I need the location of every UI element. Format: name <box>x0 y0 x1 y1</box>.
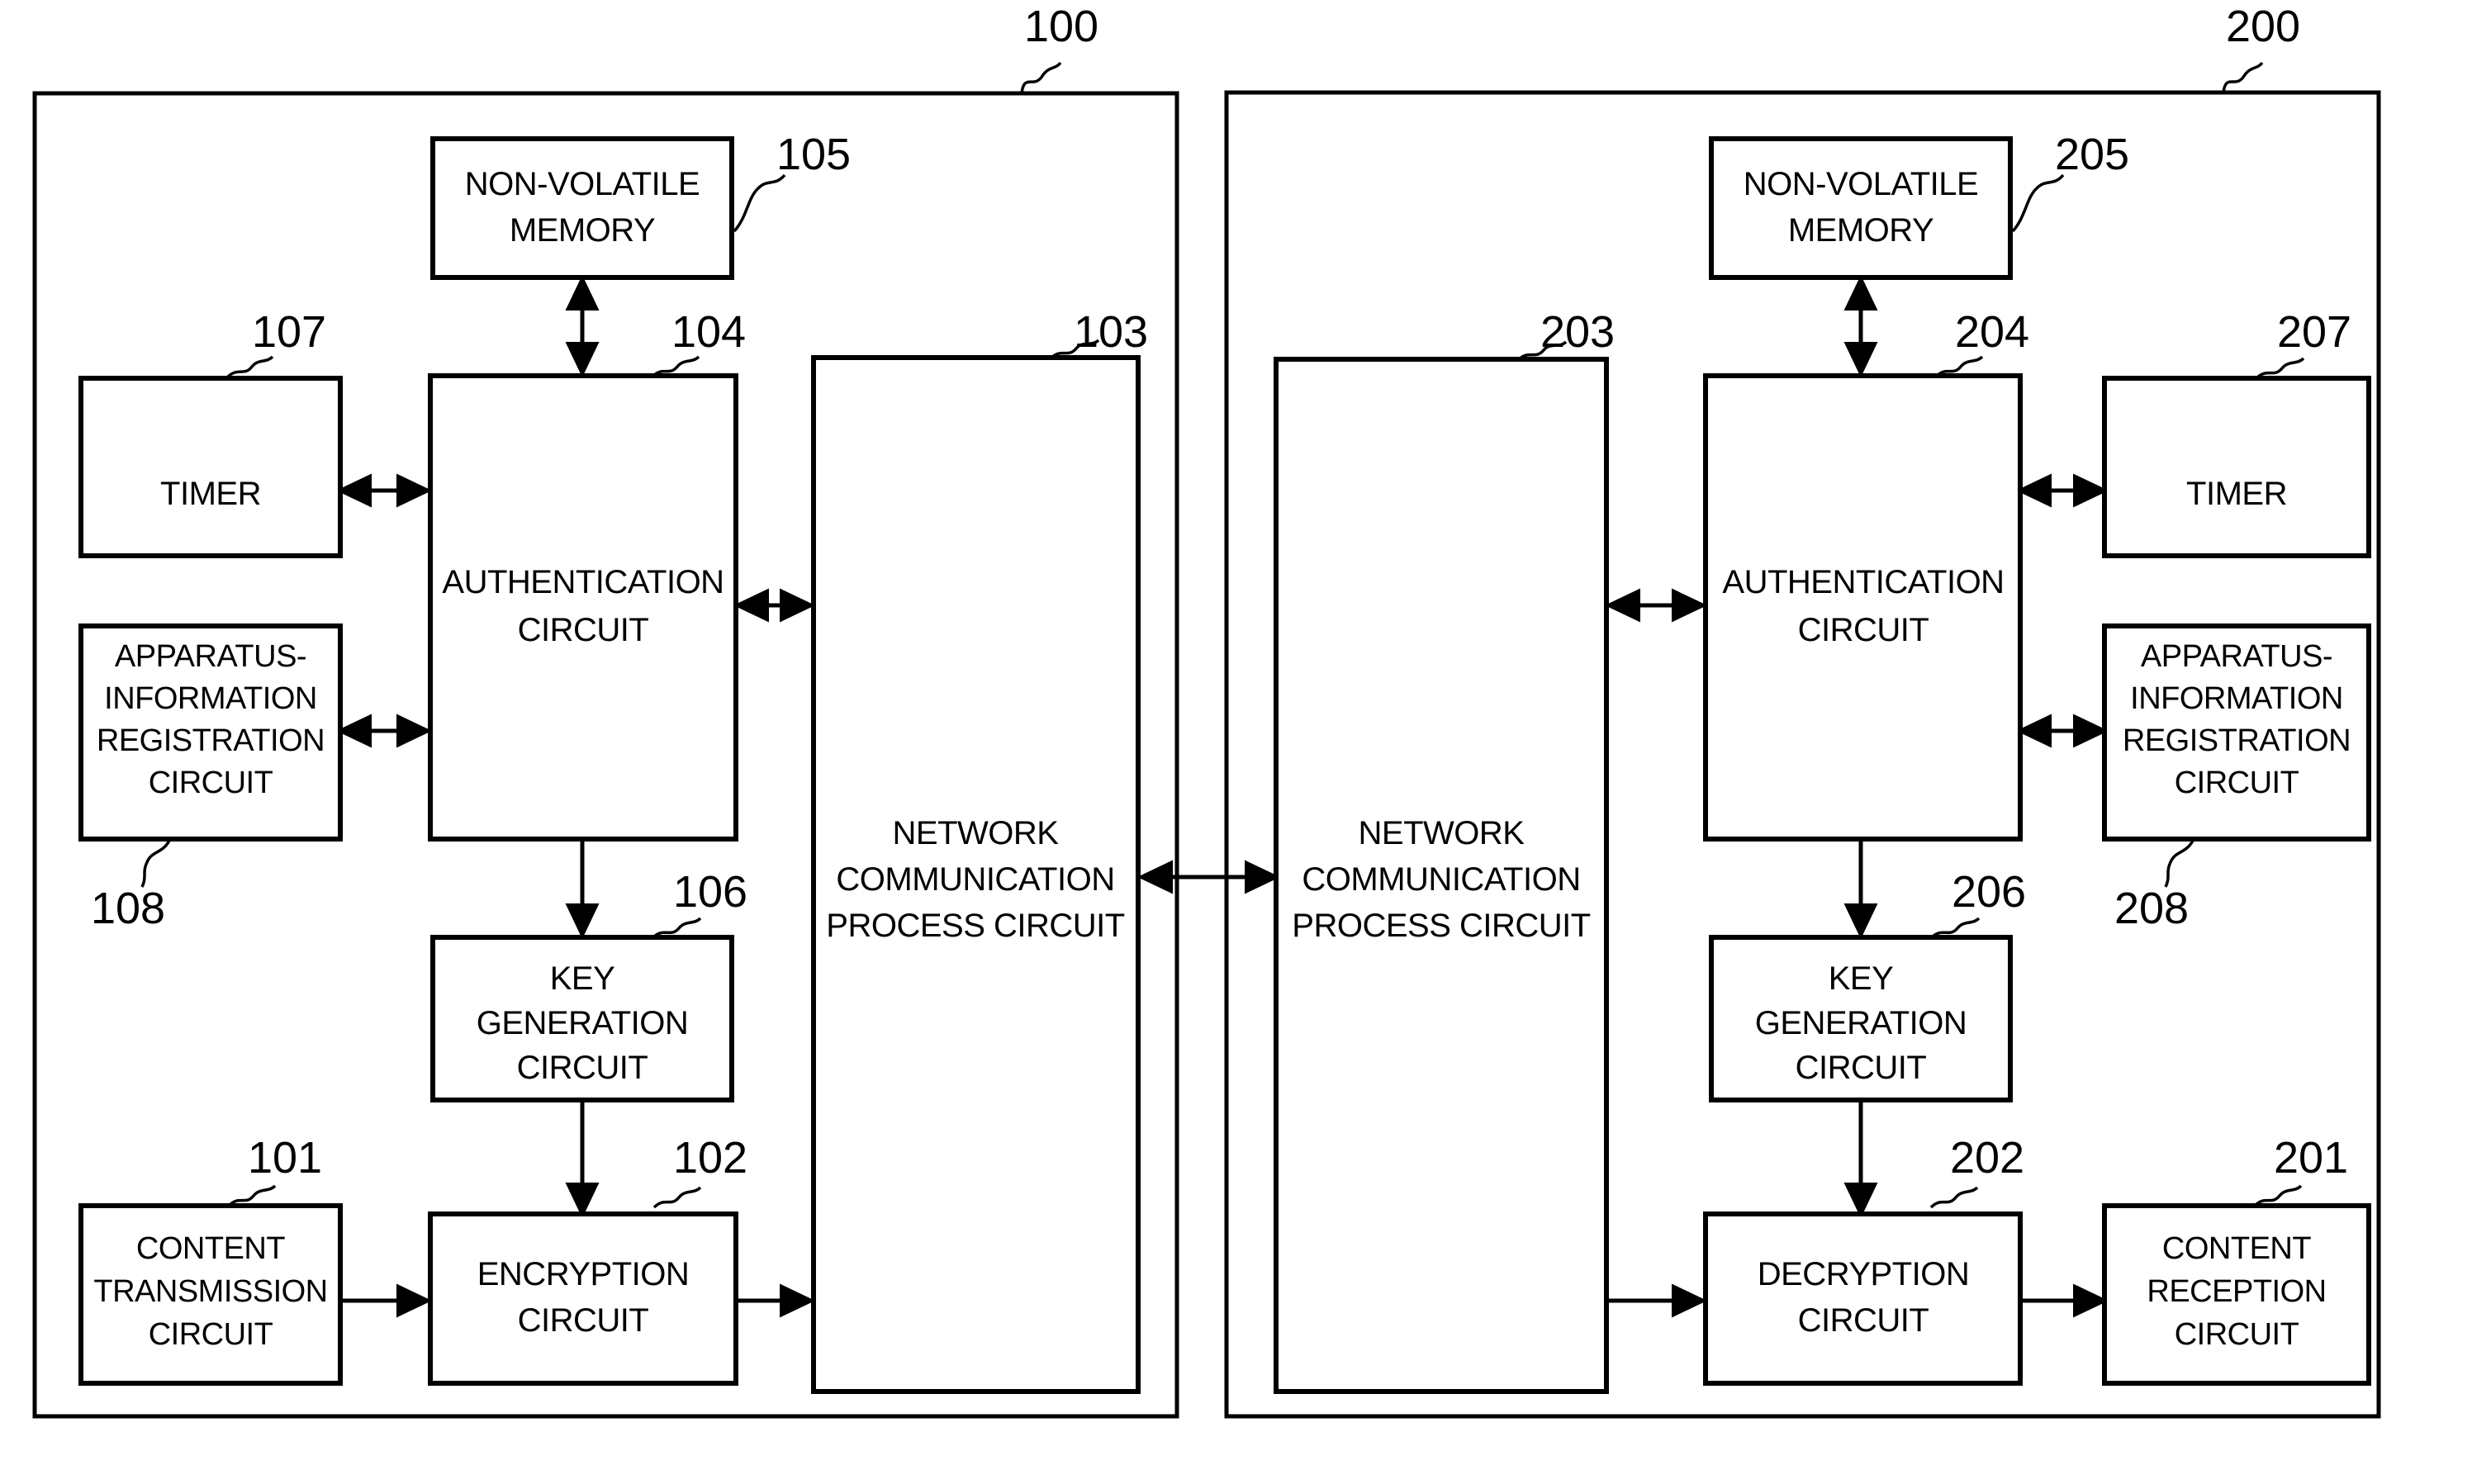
block-label-line-2: GENERATION <box>1755 1005 1967 1041</box>
block-label-line-1: NON-VOLATILE <box>465 166 700 202</box>
block-label: TIMER <box>160 476 261 512</box>
block-label-line-4: CIRCUIT <box>2175 766 2299 800</box>
leader-line-201 <box>2253 1184 2303 1207</box>
leader-line-102 <box>652 1186 702 1209</box>
block-label-line-2: RECEPTION <box>2147 1274 2326 1309</box>
block-non-volatile-memory-105: NON-VOLATILE MEMORY <box>430 136 734 280</box>
ref-number-208: 208 <box>2114 884 2189 933</box>
block-network-communication-process-circuit-103: NETWORK COMMUNICATION PROCESS CIRCUIT <box>811 355 1141 1394</box>
block-label-line-2: CIRCUIT <box>1798 1302 1929 1339</box>
block-timer-207: TIMER <box>2102 376 2371 558</box>
block-rect <box>1703 373 2023 842</box>
block-label-line-1: ENCRYPTION <box>477 1256 690 1292</box>
ref-number-105: 105 <box>776 130 851 179</box>
block-authentication-circuit-204: AUTHENTICATION CIRCUIT <box>1703 373 2023 842</box>
block-label-line-1: APPARATUS- <box>115 639 306 674</box>
block-non-volatile-memory-205: NON-VOLATILE MEMORY <box>1709 136 2013 280</box>
ref-number-203: 203 <box>1540 307 1615 357</box>
block-label: TIMER <box>2186 476 2287 512</box>
block-label-line-1: AUTHENTICATION <box>1722 564 2004 600</box>
block-apparatus-information-registration-208: APPARATUS- INFORMATION REGISTRATION CIRC… <box>2102 623 2371 842</box>
block-apparatus-information-registration-108: APPARATUS- INFORMATION REGISTRATION CIRC… <box>78 623 343 842</box>
block-label-line-2: INFORMATION <box>104 681 317 716</box>
block-rect <box>78 376 343 558</box>
block-rect <box>1709 136 2013 280</box>
ref-number-200: 200 <box>2226 2 2300 51</box>
block-network-communication-process-circuit-203: NETWORK COMMUNICATION PROCESS CIRCUIT <box>1274 357 1609 1394</box>
block-key-generation-circuit-206: KEY GENERATION CIRCUIT <box>1709 935 2013 1102</box>
leader-line-108 <box>140 840 171 888</box>
block-decryption-circuit-202: DECRYPTION CIRCUIT <box>1703 1211 2023 1386</box>
block-label-line-1: DECRYPTION <box>1758 1256 1970 1292</box>
block-rect <box>430 136 734 280</box>
block-key-generation-circuit-106: KEY GENERATION CIRCUIT <box>430 935 734 1102</box>
ref-number-206: 206 <box>1952 867 2026 917</box>
ref-number-104: 104 <box>671 307 746 357</box>
ref-number-100: 100 <box>1024 2 1098 51</box>
block-label-line-2: CIRCUIT <box>518 612 649 648</box>
block-timer-107: TIMER <box>78 376 343 558</box>
block-rect <box>2102 376 2371 558</box>
block-authentication-circuit-104: AUTHENTICATION CIRCUIT <box>428 373 738 842</box>
block-label-line-3: CIRCUIT <box>1796 1050 1927 1086</box>
block-label-line-1: KEY <box>550 960 615 997</box>
block-label-line-1: NETWORK <box>1359 815 1525 851</box>
ref-number-103: 103 <box>1074 307 1148 357</box>
leader-line-105 <box>733 173 786 233</box>
block-rect <box>428 1211 738 1386</box>
block-label-line-1: AUTHENTICATION <box>442 564 724 600</box>
block-label-line-1: NETWORK <box>893 815 1060 851</box>
block-label-line-3: REGISTRATION <box>2123 723 2351 758</box>
block-label-line-1: KEY <box>1829 960 1894 997</box>
block-label-line-2: MEMORY <box>510 212 655 249</box>
diagram-canvas: NON-VOLATILE MEMORY TIMER APPARATUS- INF… <box>32 2 2381 1419</box>
leader-line-205 <box>2011 173 2065 233</box>
patent-figure: NON-VOLATILE MEMORY TIMER APPARATUS- INF… <box>0 0 2491 1484</box>
block-label-line-1: CONTENT <box>2162 1231 2311 1266</box>
leader-line-208 <box>2164 840 2194 888</box>
ref-number-204: 204 <box>1955 307 2029 357</box>
ref-number-202: 202 <box>1950 1133 2024 1183</box>
block-label-line-3: CIRCUIT <box>2175 1317 2299 1352</box>
block-label-line-3: REGISTRATION <box>97 723 325 758</box>
block-content-transmission-circuit-101: CONTENT TRANSMISSION CIRCUIT <box>78 1203 343 1386</box>
ref-number-102: 102 <box>673 1133 747 1183</box>
leader-line-202 <box>1929 1186 1979 1209</box>
leader-line-100 <box>1020 61 1062 94</box>
block-label-line-1: CONTENT <box>136 1231 285 1266</box>
block-label-line-3: PROCESS CIRCUIT <box>1292 908 1590 944</box>
block-encryption-circuit-102: ENCRYPTION CIRCUIT <box>428 1211 738 1386</box>
block-label-line-2: COMMUNICATION <box>836 861 1114 898</box>
block-label-line-3: PROCESS CIRCUIT <box>826 908 1124 944</box>
block-label-line-1: NON-VOLATILE <box>1744 166 1978 202</box>
ref-number-101: 101 <box>248 1133 322 1183</box>
ref-number-207: 207 <box>2277 307 2351 357</box>
ref-number-106: 106 <box>673 867 747 917</box>
ref-number-107: 107 <box>252 307 326 357</box>
leader-line-101 <box>227 1184 277 1207</box>
leader-line-107 <box>225 355 274 379</box>
block-label-line-1: APPARATUS- <box>2141 639 2332 674</box>
ref-number-108: 108 <box>91 884 165 933</box>
ref-number-201: 201 <box>2274 1133 2348 1183</box>
block-label-line-2: MEMORY <box>1788 212 1933 249</box>
block-label-line-2: INFORMATION <box>2130 681 2343 716</box>
ref-number-205: 205 <box>2055 130 2129 179</box>
block-content-reception-circuit-201: CONTENT RECEPTION CIRCUIT <box>2102 1203 2371 1386</box>
block-label-line-3: CIRCUIT <box>149 1317 273 1352</box>
leader-line-207 <box>2255 357 2305 380</box>
block-label-line-2: CIRCUIT <box>518 1302 649 1339</box>
block-rect <box>428 373 738 842</box>
block-label-line-3: CIRCUIT <box>517 1050 648 1086</box>
block-label-line-2: COMMUNICATION <box>1302 861 1580 898</box>
block-label-line-2: GENERATION <box>477 1005 689 1041</box>
block-label-line-4: CIRCUIT <box>149 766 273 800</box>
block-rect <box>1703 1211 2023 1386</box>
block-label-line-2: TRANSMISSION <box>93 1274 327 1309</box>
leader-line-200 <box>2222 61 2264 93</box>
block-label-line-2: CIRCUIT <box>1798 612 1929 648</box>
